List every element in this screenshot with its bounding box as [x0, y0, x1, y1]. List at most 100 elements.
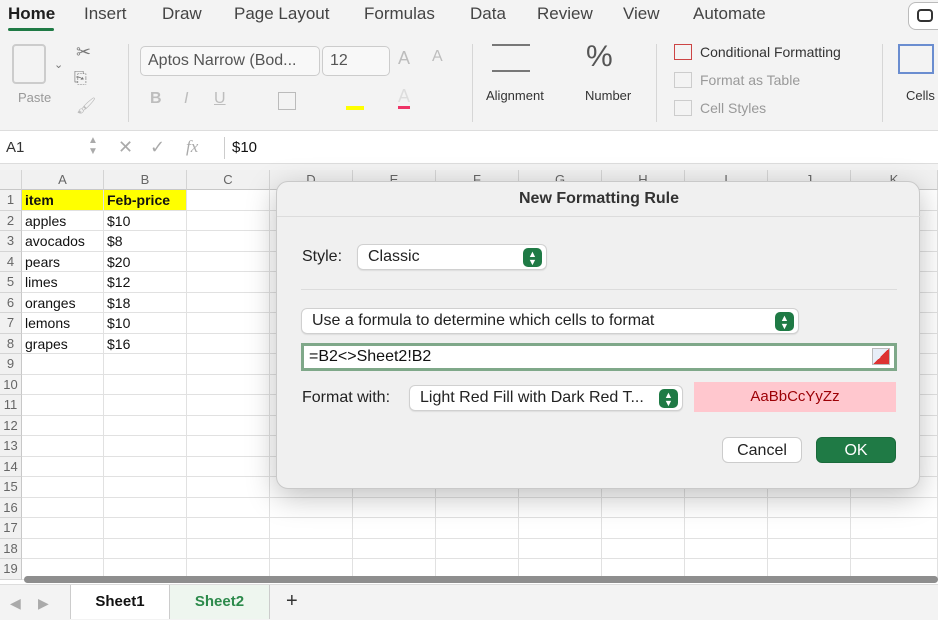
cell[interactable]	[270, 538, 353, 559]
number-label[interactable]: Number	[585, 88, 631, 103]
row-header[interactable]: 5	[0, 272, 22, 293]
cell[interactable]: $10	[104, 210, 187, 231]
row-header[interactable]: 7	[0, 313, 22, 334]
cell[interactable]: Feb-price	[104, 190, 187, 211]
cell[interactable]	[187, 415, 270, 436]
formula-input[interactable]: $10	[232, 139, 257, 156]
cell[interactable]	[104, 497, 187, 518]
cell[interactable]	[104, 354, 187, 375]
row-header[interactable]: 19	[0, 559, 22, 580]
column-header[interactable]: C	[187, 170, 270, 190]
cell[interactable]	[602, 518, 685, 539]
cell[interactable]	[187, 477, 270, 498]
cell[interactable]	[851, 497, 938, 518]
cell[interactable]	[22, 436, 104, 457]
cell[interactable]	[22, 374, 104, 395]
cancel-button[interactable]: Cancel	[722, 437, 802, 463]
cells-label[interactable]: Cells	[906, 88, 935, 103]
cell[interactable]	[353, 497, 436, 518]
cell[interactable]	[436, 497, 519, 518]
cell[interactable]	[187, 313, 270, 334]
cell[interactable]	[187, 456, 270, 477]
cell[interactable]	[187, 333, 270, 354]
fill-color-icon[interactable]	[346, 92, 364, 110]
tab-draw[interactable]: Draw	[162, 4, 202, 24]
italic-button[interactable]: I	[184, 90, 188, 108]
cut-icon[interactable]: ✂	[76, 42, 91, 63]
cell[interactable]	[270, 518, 353, 539]
cell[interactable]	[187, 518, 270, 539]
cell[interactable]	[104, 415, 187, 436]
row-header[interactable]: 13	[0, 436, 22, 457]
font-name-select[interactable]: Aptos Narrow (Bod...	[140, 46, 320, 76]
cell[interactable]	[187, 538, 270, 559]
cell-styles-button[interactable]: Cell Styles	[700, 100, 766, 116]
cell[interactable]	[104, 395, 187, 416]
format-with-select[interactable]: Light Red Fill with Dark Red T... ▲ ▼	[409, 385, 683, 411]
font-size-select[interactable]: 12	[322, 46, 390, 76]
next-sheet-icon[interactable]: ▶	[38, 595, 49, 612]
cell[interactable]	[187, 395, 270, 416]
insert-function-icon[interactable]: fx	[186, 137, 198, 157]
alignment-icon[interactable]	[492, 44, 530, 72]
cell[interactable]	[104, 477, 187, 498]
cell[interactable]: item	[22, 190, 104, 211]
cell[interactable]	[187, 374, 270, 395]
tab-review[interactable]: Review	[537, 4, 593, 24]
cell[interactable]	[519, 538, 602, 559]
cell[interactable]	[22, 518, 104, 539]
cell[interactable]: $16	[104, 333, 187, 354]
tab-insert[interactable]: Insert	[84, 4, 127, 24]
horizontal-scrollbar[interactable]	[24, 576, 938, 583]
cell[interactable]	[685, 538, 768, 559]
cell[interactable]	[270, 497, 353, 518]
alignment-label[interactable]: Alignment	[486, 88, 544, 103]
sheet-tab-sheet1[interactable]: Sheet1	[70, 585, 170, 619]
cell[interactable]	[187, 436, 270, 457]
row-header[interactable]: 2	[0, 210, 22, 231]
row-header[interactable]: 8	[0, 333, 22, 354]
ok-button[interactable]: OK	[816, 437, 896, 463]
cell[interactable]	[22, 395, 104, 416]
increase-font-icon[interactable]: A	[398, 48, 410, 69]
font-color-icon[interactable]: A	[398, 86, 411, 109]
cell[interactable]: limes	[22, 272, 104, 293]
cell[interactable]	[22, 415, 104, 436]
row-header[interactable]: 4	[0, 251, 22, 272]
rule-type-select[interactable]: Use a formula to determine which cells t…	[301, 308, 799, 334]
row-header[interactable]: 15	[0, 477, 22, 498]
cell[interactable]	[519, 497, 602, 518]
confirm-entry-icon[interactable]: ✓	[150, 137, 165, 158]
paste-chevron-icon[interactable]: ⌄	[54, 58, 63, 71]
cell[interactable]	[768, 518, 851, 539]
cell[interactable]	[768, 497, 851, 518]
row-header[interactable]: 14	[0, 456, 22, 477]
tab-home[interactable]: Home	[8, 4, 55, 24]
cancel-entry-icon[interactable]: ✕	[118, 137, 133, 158]
range-select-icon[interactable]	[872, 348, 890, 365]
tab-data[interactable]: Data	[470, 4, 506, 24]
row-header[interactable]: 3	[0, 231, 22, 252]
copy-icon[interactable]: ⎘	[74, 70, 87, 88]
cell[interactable]	[22, 477, 104, 498]
cell[interactable]	[187, 231, 270, 252]
row-header[interactable]: 16	[0, 497, 22, 518]
cell[interactable]: avocados	[22, 231, 104, 252]
row-header[interactable]: 12	[0, 415, 22, 436]
row-header[interactable]: 11	[0, 395, 22, 416]
cell[interactable]	[519, 518, 602, 539]
format-as-table-button[interactable]: Format as Table	[700, 72, 800, 88]
cell[interactable]	[851, 518, 938, 539]
row-header[interactable]: 10	[0, 374, 22, 395]
cell[interactable]	[353, 538, 436, 559]
cell[interactable]	[22, 456, 104, 477]
row-header[interactable]: 18	[0, 538, 22, 559]
row-header[interactable]: 9	[0, 354, 22, 375]
cell[interactable]: $18	[104, 292, 187, 313]
cell[interactable]	[22, 354, 104, 375]
add-sheet-button[interactable]: +	[286, 590, 298, 613]
cell[interactable]: $12	[104, 272, 187, 293]
cell[interactable]: grapes	[22, 333, 104, 354]
conditional-formatting-button[interactable]: Conditional Formatting	[700, 44, 841, 60]
cell[interactable]	[104, 436, 187, 457]
